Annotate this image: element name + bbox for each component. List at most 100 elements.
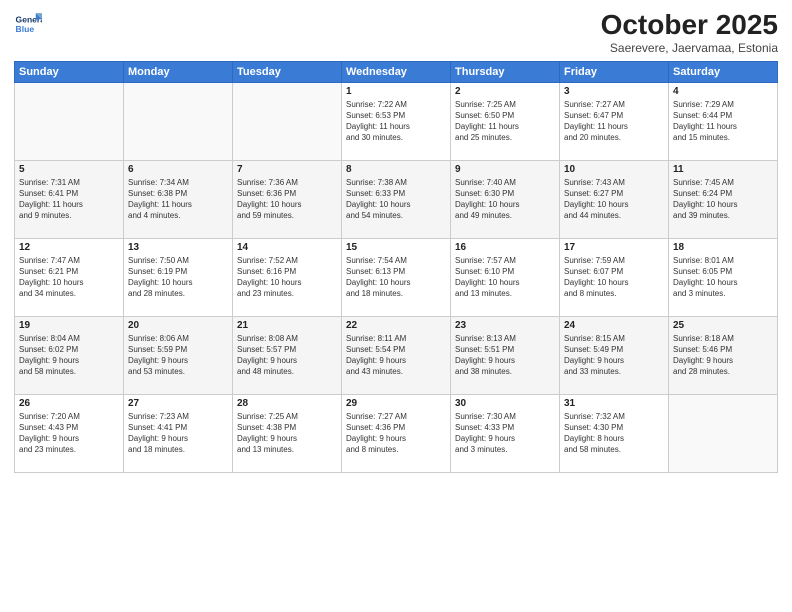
day-number: 29 bbox=[346, 398, 446, 409]
day-info: Sunrise: 7:30 AM Sunset: 4:33 PM Dayligh… bbox=[455, 411, 555, 456]
logo: General Blue bbox=[14, 10, 42, 38]
day-info: Sunrise: 8:13 AM Sunset: 5:51 PM Dayligh… bbox=[455, 333, 555, 378]
day-number: 15 bbox=[346, 242, 446, 253]
day-info: Sunrise: 8:06 AM Sunset: 5:59 PM Dayligh… bbox=[128, 333, 228, 378]
day-number: 8 bbox=[346, 164, 446, 175]
header-friday: Friday bbox=[560, 61, 669, 82]
day-info: Sunrise: 7:27 AM Sunset: 6:47 PM Dayligh… bbox=[564, 99, 664, 144]
day-number: 28 bbox=[237, 398, 337, 409]
header: General Blue October 2025 Saerevere, Jae… bbox=[14, 10, 778, 55]
day-cell-0-6: 4 Sunrise: 7:29 AM Sunset: 6:44 PM Daylig… bbox=[669, 82, 778, 160]
day-number: 17 bbox=[564, 242, 664, 253]
day-info: Sunrise: 7:40 AM Sunset: 6:30 PM Dayligh… bbox=[455, 177, 555, 222]
day-info: Sunrise: 7:43 AM Sunset: 6:27 PM Dayligh… bbox=[564, 177, 664, 222]
day-number: 26 bbox=[19, 398, 119, 409]
day-info: Sunrise: 7:34 AM Sunset: 6:38 PM Dayligh… bbox=[128, 177, 228, 222]
day-info: Sunrise: 7:20 AM Sunset: 4:43 PM Dayligh… bbox=[19, 411, 119, 456]
day-number: 14 bbox=[237, 242, 337, 253]
day-cell-3-0: 19 Sunrise: 8:04 AM Sunset: 6:02 PM Dayli… bbox=[15, 316, 124, 394]
day-info: Sunrise: 7:25 AM Sunset: 6:50 PM Dayligh… bbox=[455, 99, 555, 144]
day-info: Sunrise: 7:36 AM Sunset: 6:36 PM Dayligh… bbox=[237, 177, 337, 222]
day-info: Sunrise: 7:29 AM Sunset: 6:44 PM Dayligh… bbox=[673, 99, 773, 144]
day-cell-2-2: 14 Sunrise: 7:52 AM Sunset: 6:16 PM Dayli… bbox=[233, 238, 342, 316]
day-cell-4-0: 26 Sunrise: 7:20 AM Sunset: 4:43 PM Dayli… bbox=[15, 394, 124, 472]
week-row-0: 1Sunrise: 7:22 AM Sunset: 6:53 PM Daylig… bbox=[15, 82, 778, 160]
day-cell-3-6: 25Sunrise: 8:18 AM Sunset: 5:46 PM Dayli… bbox=[669, 316, 778, 394]
day-cell-3-1: 20 Sunrise: 8:06 AM Sunset: 5:59 PM Dayli… bbox=[124, 316, 233, 394]
day-number: 4 bbox=[673, 86, 773, 97]
day-number: 6 bbox=[128, 164, 228, 175]
day-number: 3 bbox=[564, 86, 664, 97]
day-cell-1-0: 5 Sunrise: 7:31 AM Sunset: 6:41 PM Daylig… bbox=[15, 160, 124, 238]
day-info: Sunrise: 7:23 AM Sunset: 4:41 PM Dayligh… bbox=[128, 411, 228, 456]
day-info: Sunrise: 7:54 AM Sunset: 6:13 PM Dayligh… bbox=[346, 255, 446, 300]
day-number: 1 bbox=[346, 86, 446, 97]
day-number: 19 bbox=[19, 320, 119, 331]
day-info: Sunrise: 8:18 AM Sunset: 5:46 PM Dayligh… bbox=[673, 333, 773, 378]
day-number: 18 bbox=[673, 242, 773, 253]
day-number: 23 bbox=[455, 320, 555, 331]
day-info: Sunrise: 8:08 AM Sunset: 5:57 PM Dayligh… bbox=[237, 333, 337, 378]
header-saturday: Saturday bbox=[669, 61, 778, 82]
month-title: October 2025 bbox=[601, 10, 778, 41]
day-cell-2-0: 12 Sunrise: 7:47 AM Sunset: 6:21 PM Dayli… bbox=[15, 238, 124, 316]
day-cell-0-2 bbox=[233, 82, 342, 160]
day-cell-0-5: 3 Sunrise: 7:27 AM Sunset: 6:47 PM Daylig… bbox=[560, 82, 669, 160]
day-cell-2-5: 17 Sunrise: 7:59 AM Sunset: 6:07 PM Dayli… bbox=[560, 238, 669, 316]
day-cell-0-4: 2Sunrise: 7:25 AM Sunset: 6:50 PM Daylig… bbox=[451, 82, 560, 160]
day-cell-0-0 bbox=[15, 82, 124, 160]
day-info: Sunrise: 7:31 AM Sunset: 6:41 PM Dayligh… bbox=[19, 177, 119, 222]
day-number: 21 bbox=[237, 320, 337, 331]
day-number: 22 bbox=[346, 320, 446, 331]
day-info: Sunrise: 7:57 AM Sunset: 6:10 PM Dayligh… bbox=[455, 255, 555, 300]
day-cell-0-1 bbox=[124, 82, 233, 160]
day-cell-1-6: 11 Sunrise: 7:45 AM Sunset: 6:24 PM Dayli… bbox=[669, 160, 778, 238]
day-info: Sunrise: 7:59 AM Sunset: 6:07 PM Dayligh… bbox=[564, 255, 664, 300]
day-cell-1-3: 8 Sunrise: 7:38 AM Sunset: 6:33 PM Daylig… bbox=[342, 160, 451, 238]
day-cell-0-3: 1Sunrise: 7:22 AM Sunset: 6:53 PM Daylig… bbox=[342, 82, 451, 160]
day-info: Sunrise: 8:15 AM Sunset: 5:49 PM Dayligh… bbox=[564, 333, 664, 378]
day-info: Sunrise: 7:32 AM Sunset: 4:30 PM Dayligh… bbox=[564, 411, 664, 456]
day-cell-3-2: 21 Sunrise: 8:08 AM Sunset: 5:57 PM Dayli… bbox=[233, 316, 342, 394]
day-number: 7 bbox=[237, 164, 337, 175]
day-info: Sunrise: 7:50 AM Sunset: 6:19 PM Dayligh… bbox=[128, 255, 228, 300]
day-info: Sunrise: 7:47 AM Sunset: 6:21 PM Dayligh… bbox=[19, 255, 119, 300]
day-info: Sunrise: 7:27 AM Sunset: 4:36 PM Dayligh… bbox=[346, 411, 446, 456]
day-number: 20 bbox=[128, 320, 228, 331]
header-row: Sunday Monday Tuesday Wednesday Thursday… bbox=[15, 61, 778, 82]
day-cell-4-3: 29 Sunrise: 7:27 AM Sunset: 4:36 PM Dayli… bbox=[342, 394, 451, 472]
header-wednesday: Wednesday bbox=[342, 61, 451, 82]
day-number: 16 bbox=[455, 242, 555, 253]
logo-icon: General Blue bbox=[14, 10, 42, 38]
day-number: 24 bbox=[564, 320, 664, 331]
day-cell-2-3: 15 Sunrise: 7:54 AM Sunset: 6:13 PM Dayli… bbox=[342, 238, 451, 316]
day-cell-1-4: 9 Sunrise: 7:40 AM Sunset: 6:30 PM Daylig… bbox=[451, 160, 560, 238]
day-cell-1-1: 6 Sunrise: 7:34 AM Sunset: 6:38 PM Daylig… bbox=[124, 160, 233, 238]
day-cell-2-1: 13Sunrise: 7:50 AM Sunset: 6:19 PM Dayli… bbox=[124, 238, 233, 316]
week-row-1: 5 Sunrise: 7:31 AM Sunset: 6:41 PM Daylig… bbox=[15, 160, 778, 238]
week-row-3: 19 Sunrise: 8:04 AM Sunset: 6:02 PM Dayli… bbox=[15, 316, 778, 394]
day-cell-4-5: 31Sunrise: 7:32 AM Sunset: 4:30 PM Dayli… bbox=[560, 394, 669, 472]
day-cell-3-4: 23 Sunrise: 8:13 AM Sunset: 5:51 PM Dayli… bbox=[451, 316, 560, 394]
day-number: 5 bbox=[19, 164, 119, 175]
day-info: Sunrise: 8:04 AM Sunset: 6:02 PM Dayligh… bbox=[19, 333, 119, 378]
day-cell-4-1: 27 Sunrise: 7:23 AM Sunset: 4:41 PM Dayli… bbox=[124, 394, 233, 472]
calendar-table: Sunday Monday Tuesday Wednesday Thursday… bbox=[14, 61, 778, 473]
day-number: 11 bbox=[673, 164, 773, 175]
day-cell-1-5: 10 Sunrise: 7:43 AM Sunset: 6:27 PM Dayli… bbox=[560, 160, 669, 238]
page: General Blue October 2025 Saerevere, Jae… bbox=[0, 0, 792, 612]
day-number: 9 bbox=[455, 164, 555, 175]
day-cell-2-4: 16 Sunrise: 7:57 AM Sunset: 6:10 PM Dayli… bbox=[451, 238, 560, 316]
week-row-4: 26 Sunrise: 7:20 AM Sunset: 4:43 PM Dayli… bbox=[15, 394, 778, 472]
day-number: 27 bbox=[128, 398, 228, 409]
day-cell-3-3: 22Sunrise: 8:11 AM Sunset: 5:54 PM Dayli… bbox=[342, 316, 451, 394]
day-info: Sunrise: 7:38 AM Sunset: 6:33 PM Dayligh… bbox=[346, 177, 446, 222]
day-cell-2-6: 18Sunrise: 8:01 AM Sunset: 6:05 PM Dayli… bbox=[669, 238, 778, 316]
day-number: 10 bbox=[564, 164, 664, 175]
week-row-2: 12 Sunrise: 7:47 AM Sunset: 6:21 PM Dayli… bbox=[15, 238, 778, 316]
day-info: Sunrise: 7:52 AM Sunset: 6:16 PM Dayligh… bbox=[237, 255, 337, 300]
day-info: Sunrise: 7:25 AM Sunset: 4:38 PM Dayligh… bbox=[237, 411, 337, 456]
day-cell-3-5: 24 Sunrise: 8:15 AM Sunset: 5:49 PM Dayli… bbox=[560, 316, 669, 394]
day-info: Sunrise: 7:45 AM Sunset: 6:24 PM Dayligh… bbox=[673, 177, 773, 222]
day-number: 12 bbox=[19, 242, 119, 253]
